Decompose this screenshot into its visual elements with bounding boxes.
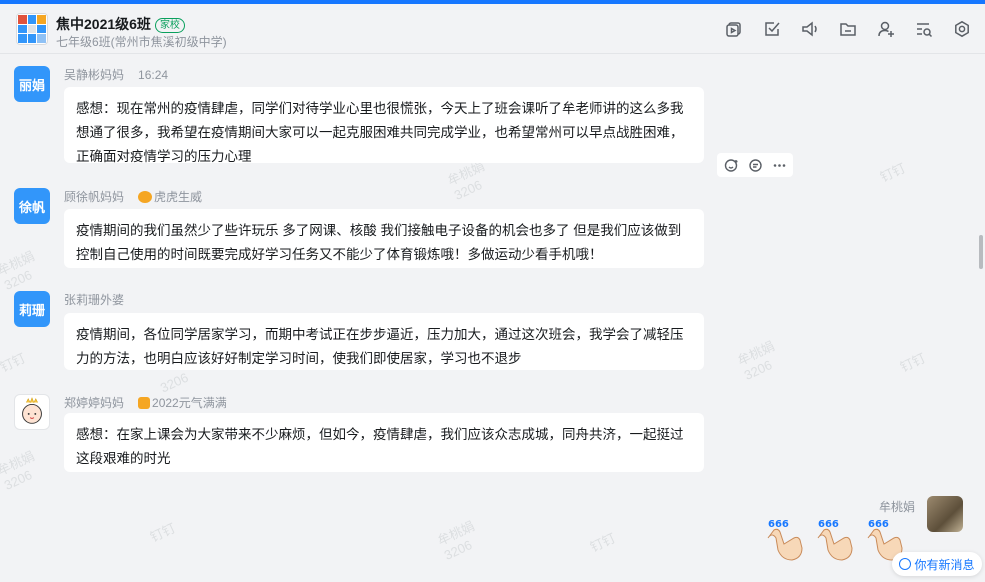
- message-meta: 顾徐帆妈妈 虎虎生威: [64, 188, 202, 205]
- svg-text:666: 666: [818, 519, 839, 530]
- video-icon[interactable]: [723, 18, 745, 40]
- message-item: 丽娟 吴静彬妈妈 16:24 感想：现在常州的疫情肆虐，同学们对待学业心里也很慌…: [14, 66, 794, 177]
- group-title-text: 焦中2021级6班: [56, 16, 151, 32]
- folder-icon[interactable]: [837, 18, 859, 40]
- user-status-badge: 虎虎生威: [138, 188, 202, 205]
- sender-name[interactable]: 吴静彬妈妈: [64, 66, 124, 83]
- message-hover-toolbar: [717, 153, 793, 177]
- sender-avatar[interactable]: 莉珊: [14, 291, 50, 327]
- self-sender-name: 牟桃娟: [878, 500, 915, 514]
- add-member-icon[interactable]: [875, 18, 897, 40]
- watermark: 钉钉: [587, 530, 618, 555]
- watermark: 钉钉: [147, 520, 178, 545]
- todo-check-icon[interactable]: [761, 18, 783, 40]
- user-status-badge: 2022元气满满: [138, 394, 227, 411]
- message-bubble[interactable]: 疫情期间，各位同学居家学习，而期中考试正在步步逼近，压力加大，通过这次班会，我学…: [64, 313, 704, 370]
- watermark: 钉钉: [877, 160, 908, 185]
- new-message-label: 你有新消息: [914, 557, 975, 572]
- watermark: 牟桃娟 3206: [435, 518, 477, 563]
- group-subtitle: 七年级6班(常州市焦溪初级中学): [56, 35, 227, 49]
- message-bubble[interactable]: 感想：在家上课会为大家带来不少麻烦，但如今，疫情肆虐，我们应该众志成城，同舟共济…: [64, 413, 704, 472]
- message-bubble[interactable]: 感想：现在常州的疫情肆虐，同学们对待学业心里也很慌张，今天上了班会课听了牟老师讲…: [64, 87, 704, 164]
- self-avatar[interactable]: [927, 496, 963, 532]
- message-list[interactable]: 钉钉 牟桃娟3206 牟桃娟3206 3206 钉钉 牟桃娟3206 钉钉 钉钉…: [0, 55, 985, 582]
- watermark: 牟桃娟 3206: [735, 338, 777, 383]
- group-tag-badge: 家校: [154, 18, 185, 33]
- sender-avatar[interactable]: 徐帆: [14, 188, 50, 224]
- search-list-icon[interactable]: [913, 18, 935, 40]
- watermark: 3206: [157, 369, 191, 396]
- chat-bubble-icon: [899, 558, 912, 570]
- emoji-reaction-icon[interactable]: [721, 155, 741, 175]
- shaka-hand-sticker-icon[interactable]: 666: [762, 516, 806, 566]
- group-avatar[interactable]: [16, 13, 48, 45]
- shaka-hand-sticker-icon[interactable]: 666: [812, 516, 856, 566]
- message-meta: 吴静彬妈妈 16:24: [64, 66, 168, 83]
- new-message-button[interactable]: 你有新消息: [892, 552, 982, 576]
- svg-text:666: 666: [768, 519, 789, 530]
- sender-name[interactable]: 郑婷婷妈妈: [64, 394, 124, 411]
- svg-text:666: 666: [868, 519, 889, 530]
- sender-name[interactable]: 张莉珊外婆: [64, 291, 124, 308]
- message-bubble[interactable]: 疫情期间的我们虽然少了些许玩乐 多了网课、核酸 我们接触电子设备的机会也多了 但…: [64, 209, 704, 268]
- sender-name[interactable]: 顾徐帆妈妈: [64, 188, 124, 205]
- scrollbar-thumb[interactable]: [979, 235, 983, 269]
- sparkle-icon: [138, 397, 151, 409]
- header-toolbar: [723, 18, 973, 40]
- cartoon-avatar-icon: [22, 397, 42, 424]
- reply-icon[interactable]: [745, 155, 765, 175]
- announce-icon[interactable]: [799, 18, 821, 40]
- watermark: 钉钉: [897, 350, 928, 375]
- chat-header: 焦中2021级6班 家校 七年级6班(常州市焦溪初级中学): [0, 4, 985, 54]
- message-item: 徐帆 顾徐帆妈妈 虎虎生威 疫情期间的我们虽然少了些许玩乐 多了网课、核酸 我们…: [14, 188, 714, 270]
- group-title[interactable]: 焦中2021级6班 家校: [56, 14, 185, 34]
- message-meta: 张莉珊外婆: [64, 291, 124, 308]
- sender-avatar[interactable]: 丽娟: [14, 66, 50, 102]
- tiger-icon: [138, 191, 153, 203]
- message-meta: 郑婷婷妈妈 2022元气满满: [64, 394, 227, 411]
- sender-avatar[interactable]: [14, 394, 50, 430]
- more-options-icon[interactable]: [769, 155, 789, 175]
- message-time: 16:24: [138, 67, 169, 82]
- message-item: 莉珊 张莉珊外婆 疫情期间，各位同学居家学习，而期中考试正在步步逼近，压力加大，…: [14, 291, 714, 371]
- settings-icon[interactable]: [951, 18, 973, 40]
- message-item: 郑婷婷妈妈 2022元气满满 感想：在家上课会为大家带来不少麻烦，但如今，疫情肆…: [14, 394, 714, 474]
- sticker-group: 666 666 666: [762, 516, 906, 566]
